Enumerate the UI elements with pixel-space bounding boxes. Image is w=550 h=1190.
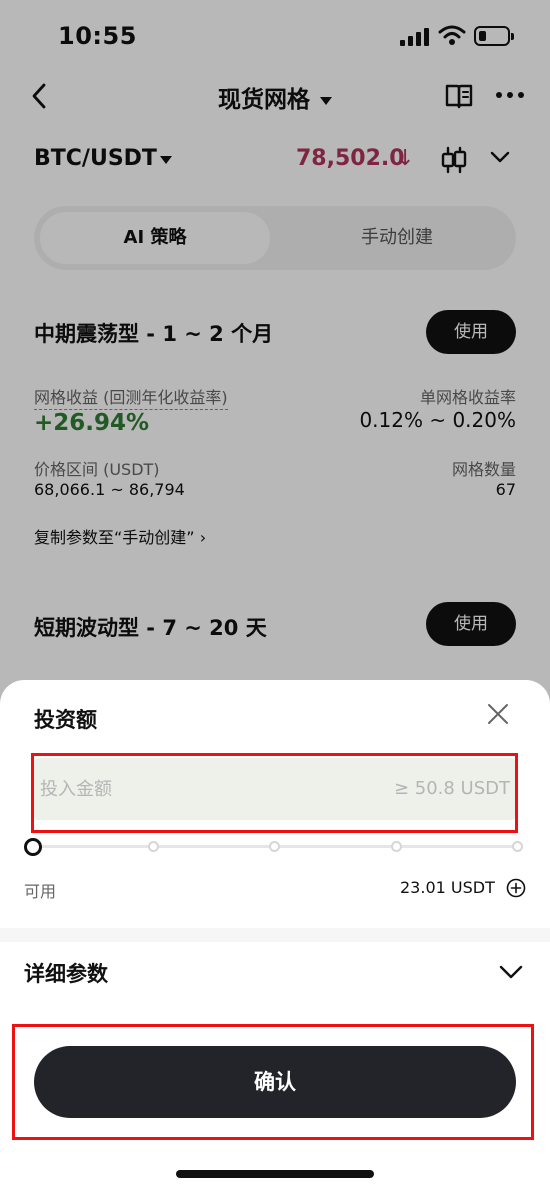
slider-step-50[interactable] [269,841,280,852]
confirm-button[interactable]: 确认 [34,1046,516,1118]
detail-params-toggle[interactable]: 详细参数 [24,958,108,988]
investment-sheet: 投资额 ≥ 50.8 USDT 可用 23.01 USDT 详细参数 确认 [0,680,550,1190]
slider-step-100[interactable] [512,841,523,852]
home-indicator [176,1170,374,1178]
sheet-title: 投资额 [34,708,97,732]
amount-slider[interactable] [24,836,526,858]
add-circle-icon[interactable] [506,878,526,898]
available-balance: 23.01 USDT [400,878,495,897]
available-label: 可用 [24,882,57,901]
input-highlight-box [31,753,518,833]
slider-step-75[interactable] [391,841,402,852]
section-divider [0,928,550,942]
slider-handle[interactable] [24,838,42,856]
chevron-down-icon[interactable] [498,964,524,980]
close-icon[interactable] [486,702,510,726]
slider-step-25[interactable] [148,841,159,852]
